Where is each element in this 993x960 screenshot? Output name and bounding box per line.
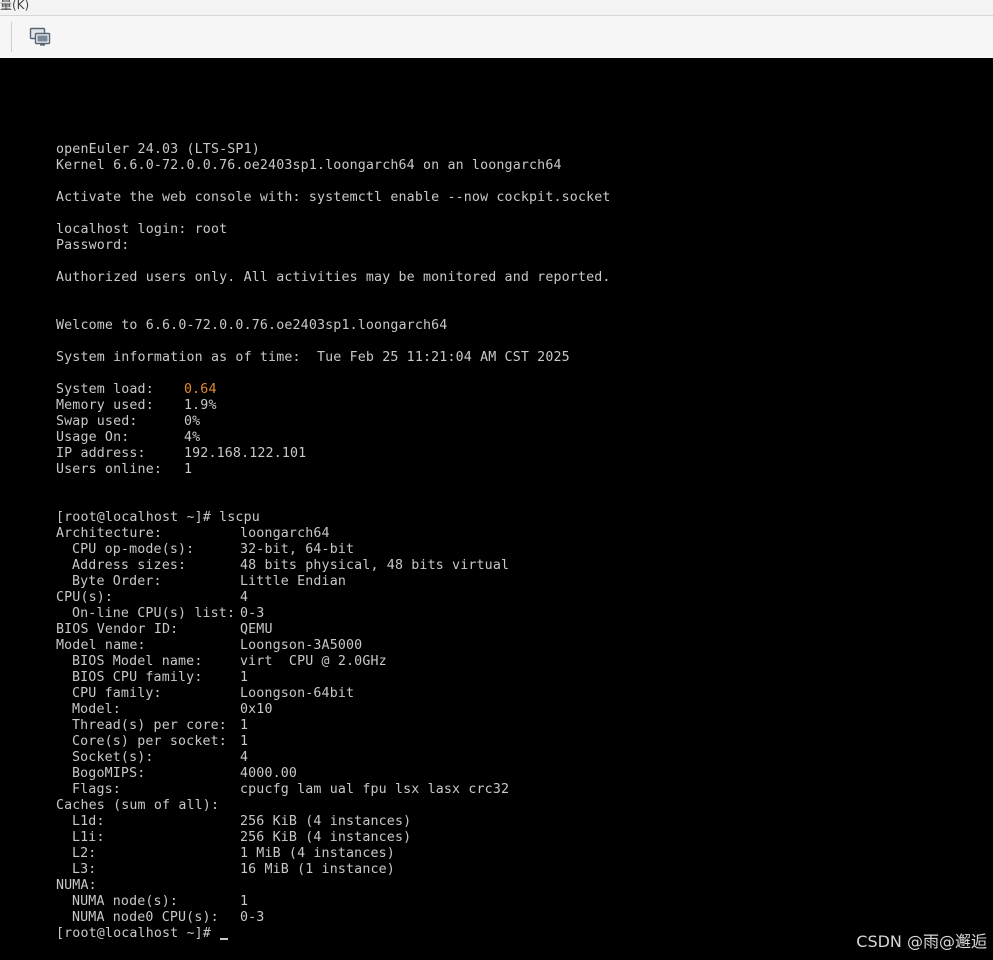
stat-label: Users online: (56, 462, 163, 477)
sysinfo-line: System information as of time: Tue Feb 2… (56, 350, 570, 365)
lscpu-value: 48 bits physical, 48 bits virtual (240, 558, 510, 573)
stat-value: 4% (184, 430, 201, 445)
viewer-toolbar (0, 16, 993, 59)
stat-value: 1.9% (184, 398, 217, 413)
stat-label: Swap used: (56, 414, 138, 429)
lscpu-value: QEMU (240, 622, 273, 637)
lscpu-value: Loongson-3A5000 (240, 638, 363, 653)
lscpu-label: L2: (72, 846, 97, 861)
lscpu-label: BogoMIPS: (72, 766, 146, 781)
lscpu-command: [root@localhost ~]# lscpu (56, 510, 260, 525)
stat-label: System load: (56, 382, 154, 397)
display-console-button[interactable] (28, 25, 52, 49)
stat-value: 0.64 (184, 382, 217, 397)
lscpu-label: Architecture: (56, 526, 163, 541)
lscpu-value: 4 (240, 750, 249, 765)
lscpu-value: 1 (240, 734, 249, 749)
lscpu-label: NUMA node0 CPU(s): (72, 910, 219, 925)
text-cursor (220, 938, 229, 940)
stat-label: IP address: (56, 446, 146, 461)
lscpu-label: CPU family: (72, 686, 162, 701)
lscpu-label: NUMA: (56, 878, 97, 893)
lscpu-value: 1 (240, 894, 249, 909)
lscpu-label: Core(s) per socket: (72, 734, 227, 749)
lscpu-label: Byte Order: (72, 574, 162, 589)
lscpu-label: NUMA node(s): (72, 894, 179, 909)
lscpu-value: 32-bit, 64-bit (240, 542, 355, 557)
vm-console-screen[interactable]: openEuler 24.03 (LTS-SP1) Kernel 6.6.0-7… (0, 58, 993, 960)
lscpu-label: Thread(s) per core: (72, 718, 227, 733)
lscpu-value: 1 (240, 670, 249, 685)
lscpu-label: Model: (72, 702, 121, 717)
lscpu-label: Flags: (72, 782, 121, 797)
watermark: CSDN @雨@邂逅 (856, 932, 987, 951)
lscpu-label: L1i: (72, 830, 105, 845)
lscpu-value: 256 KiB (4 instances) (240, 814, 412, 829)
lscpu-label: BIOS CPU family: (72, 670, 203, 685)
lscpu-label: Socket(s): (72, 750, 154, 765)
lscpu-value: loongarch64 (240, 526, 330, 541)
authorized-notice: Authorized users only. All activities ma… (56, 270, 611, 285)
lscpu-value: 1 MiB (4 instances) (240, 846, 395, 861)
lscpu-label: BIOS Vendor ID: (56, 622, 179, 637)
menu-fragment-label: 量(K) (0, 0, 30, 12)
os-banner: openEuler 24.03 (LTS-SP1) (56, 142, 260, 157)
stat-label: Usage On: (56, 430, 130, 445)
lscpu-value: 4 (240, 590, 249, 605)
lscpu-value: Loongson-64bit (240, 686, 355, 701)
lscpu-label: CPU(s): (56, 590, 114, 605)
password-line: Password: (56, 238, 130, 253)
lscpu-value: 1 (240, 718, 249, 733)
stat-value: 0% (184, 414, 201, 429)
lscpu-value: 0x10 (240, 702, 273, 717)
cockpit-hint: Activate the web console with: systemctl… (56, 190, 611, 205)
login-line: localhost login: root (56, 222, 228, 237)
lscpu-value: Little Endian (240, 574, 347, 589)
lscpu-label: Model name: (56, 638, 146, 653)
lscpu-value: virt CPU @ 2.0GHz (240, 654, 387, 669)
stat-label: Memory used: (56, 398, 154, 413)
menu-bar-fragment: 量(K) (0, 0, 993, 16)
lscpu-label: Caches (sum of all): (56, 798, 220, 813)
lscpu-value: 0-3 (240, 606, 265, 621)
display-console-icon (29, 27, 51, 46)
stat-value: 1 (184, 462, 193, 477)
welcome-line: Welcome to 6.6.0-72.0.0.76.oe2403sp1.loo… (56, 318, 448, 333)
lscpu-value: cpucfg lam ual fpu lsx lasx crc32 (240, 782, 510, 797)
toolbar-separator (11, 22, 12, 52)
stat-value: 192.168.122.101 (184, 446, 307, 461)
lscpu-value: 0-3 (240, 910, 265, 925)
lscpu-label: L1d: (72, 814, 105, 829)
shell-prompt[interactable]: [root@localhost ~]# (56, 926, 229, 942)
lscpu-value: 4000.00 (240, 766, 298, 781)
lscpu-label: Address sizes: (72, 558, 187, 573)
prompt-text: [root@localhost ~]# (56, 926, 220, 941)
lscpu-label: L3: (72, 862, 97, 877)
lscpu-value: 256 KiB (4 instances) (240, 830, 412, 845)
lscpu-label: CPU op-mode(s): (72, 542, 195, 557)
kernel-banner: Kernel 6.6.0-72.0.0.76.oe2403sp1.loongar… (56, 158, 562, 173)
lscpu-label: BIOS Model name: (72, 654, 203, 669)
lscpu-label: On-line CPU(s) list: (72, 606, 236, 621)
lscpu-value: 16 MiB (1 instance) (240, 862, 395, 877)
